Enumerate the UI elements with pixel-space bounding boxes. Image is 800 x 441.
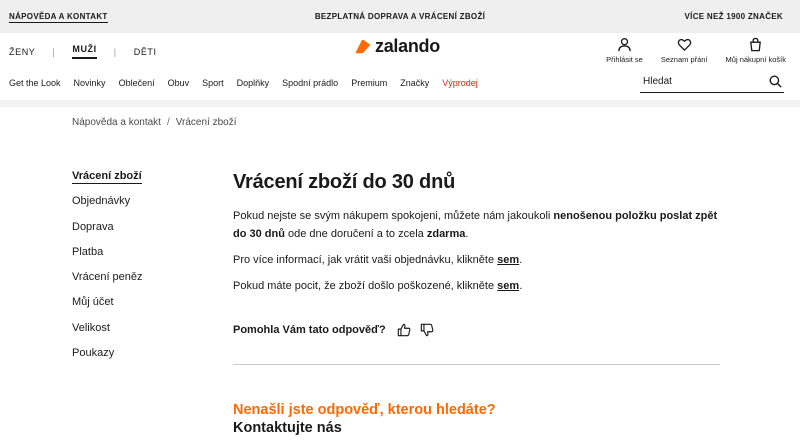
sidebar-item-label: Poukazy bbox=[72, 347, 115, 360]
sidebar-item-refunds[interactable]: Vrácení peněz bbox=[72, 271, 143, 296]
sidebar-item-label: Doprava bbox=[72, 220, 114, 233]
user-icon bbox=[618, 38, 631, 52]
gender-women-link[interactable]: ŽENY bbox=[9, 47, 35, 57]
sidebar-item-label: Vrácení peněz bbox=[72, 271, 143, 284]
category-obleceni[interactable]: Oblečení bbox=[119, 78, 155, 88]
thumbs-up-icon bbox=[397, 323, 411, 337]
sidebar-item-label: Můj účet bbox=[72, 296, 114, 309]
zalando-logo-icon bbox=[355, 39, 370, 54]
text-bold-fragment: zdarma bbox=[426, 228, 466, 240]
search-input[interactable] bbox=[640, 76, 760, 87]
free-shipping-banner[interactable]: BEZPLATNÁ DOPRAVA A VRÁCENÍ ZBOŽÍ bbox=[0, 12, 800, 21]
login-label: Přihlásit se bbox=[606, 55, 643, 64]
category-obuv[interactable]: Obuv bbox=[168, 78, 190, 88]
return-info-paragraph: Pro více informací, jak vrátit vaši obje… bbox=[233, 251, 720, 269]
brands-count-link[interactable]: VÍCE NEŽ 1900 ZNAČEK bbox=[685, 12, 783, 21]
category-premium[interactable]: Premium bbox=[351, 78, 387, 88]
zalando-logo[interactable]: zalando bbox=[354, 36, 440, 57]
login-button[interactable]: Přihlásit se bbox=[606, 37, 643, 64]
category-get-the-look[interactable]: Get the Look bbox=[9, 78, 61, 88]
section-divider bbox=[233, 364, 720, 365]
sidebar-item-shipping[interactable]: Doprava bbox=[72, 221, 143, 246]
sidebar-item-vouchers[interactable]: Poukazy bbox=[72, 347, 143, 372]
cart-button[interactable]: Můj nákupní košík bbox=[726, 37, 786, 64]
feedback-question: Pomohla Vám tato odpověď? bbox=[233, 324, 386, 336]
help-sidebar: Vrácení zboží Objednávky Doprava Platba … bbox=[72, 170, 143, 372]
text-fragment: Pro více informací, jak vrátit vaši obje… bbox=[233, 254, 498, 266]
breadcrumb-help-contact[interactable]: Nápověda a kontakt bbox=[72, 117, 161, 128]
thumbs-up-button[interactable] bbox=[397, 323, 411, 337]
damaged-goods-link[interactable]: sem bbox=[497, 280, 519, 292]
category-sport[interactable]: Sport bbox=[202, 78, 224, 88]
sidebar-item-label: Objednávky bbox=[72, 195, 131, 208]
gender-men-link[interactable]: MUŽI bbox=[72, 44, 97, 59]
shopping-bag-icon bbox=[750, 37, 762, 52]
not-found-heading: Nenašli jste odpověď, kterou hledáte? bbox=[233, 402, 496, 418]
search-bar bbox=[640, 71, 784, 93]
thumbs-down-button[interactable] bbox=[420, 323, 434, 337]
category-vyprodej[interactable]: Výprodej bbox=[442, 78, 478, 88]
breadcrumb-separator: / bbox=[166, 117, 170, 128]
returns-paragraph: Pokud nejste se svým nákupem spokojeni, … bbox=[233, 207, 720, 243]
sidebar-item-orders[interactable]: Objednávky bbox=[72, 195, 143, 220]
category-znacky[interactable]: Značky bbox=[400, 78, 429, 88]
gender-kids-link[interactable]: DĚTI bbox=[134, 47, 157, 57]
damaged-goods-paragraph: Pokud máte pocit, že zboží došlo poškoze… bbox=[233, 277, 720, 295]
breadcrumb-returns[interactable]: Vrácení zboží bbox=[176, 117, 237, 128]
category-novinky[interactable]: Novinky bbox=[74, 78, 106, 88]
user-actions: Přihlásit se Seznam přání Můj nákupní ko… bbox=[588, 37, 786, 64]
sidebar-item-returns[interactable]: Vrácení zboží bbox=[72, 170, 143, 195]
zalando-logo-text: zalando bbox=[375, 36, 440, 56]
top-utility-bar: NÁPOVĚDA A KONTAKT BEZPLATNÁ DOPRAVA A V… bbox=[0, 0, 800, 33]
wishlist-label: Seznam přání bbox=[660, 55, 708, 64]
contact-us-heading[interactable]: Kontaktujte nás bbox=[233, 420, 342, 436]
gender-separator: | bbox=[52, 46, 56, 57]
sidebar-item-payment[interactable]: Platba bbox=[72, 246, 143, 271]
gender-separator: | bbox=[113, 46, 117, 57]
header-separator-band bbox=[0, 100, 800, 107]
sidebar-item-label: Velikost bbox=[72, 321, 110, 334]
site-header: ŽENY | MUŽI | DĚTI zalando Přihlásit se … bbox=[0, 33, 800, 100]
return-info-link[interactable]: sem bbox=[497, 254, 519, 266]
breadcrumb: Nápověda a kontakt / Vrácení zboží bbox=[72, 117, 237, 128]
category-nav: Get the Look Novinky Oblečení Obuv Sport… bbox=[9, 78, 491, 88]
text-fragment: . bbox=[465, 228, 469, 240]
cart-label: Můj nákupní košík bbox=[725, 55, 786, 64]
sidebar-item-account[interactable]: Můj účet bbox=[72, 296, 143, 321]
main-content: Vrácení zboží do 30 dnů Pokud nejste se … bbox=[233, 170, 720, 337]
feedback-row: Pomohla Vám tato odpověď? bbox=[233, 323, 720, 337]
gender-switcher: ŽENY | MUŽI | DĚTI bbox=[9, 44, 157, 59]
heart-icon bbox=[677, 38, 691, 52]
text-fragment: Pokud nejste se svým nákupem spokojeni, … bbox=[233, 210, 554, 222]
page-title: Vrácení zboží do 30 dnů bbox=[233, 171, 456, 193]
text-fragment: . bbox=[519, 280, 523, 292]
wishlist-button[interactable]: Seznam přání bbox=[661, 37, 708, 64]
category-doplnky[interactable]: Doplňky bbox=[237, 78, 270, 88]
text-fragment: . bbox=[519, 254, 523, 266]
sidebar-item-size[interactable]: Velikost bbox=[72, 322, 143, 347]
search-icon[interactable] bbox=[769, 75, 782, 88]
thumbs-down-icon bbox=[420, 323, 434, 337]
sidebar-item-label: Vrácení zboží bbox=[72, 170, 142, 184]
category-spodni-pradlo[interactable]: Spodní prádlo bbox=[282, 78, 338, 88]
sidebar-item-label: Platba bbox=[72, 245, 104, 258]
text-fragment: Pokud máte pocit, že zboží došlo poškoze… bbox=[233, 280, 498, 292]
text-fragment: ode dne doručení a to zcela bbox=[284, 228, 427, 240]
